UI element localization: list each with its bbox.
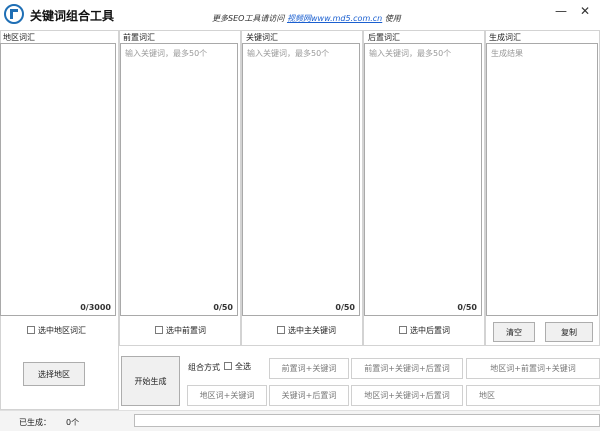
status-label: 已生成： — [19, 418, 51, 427]
checkbox-icon[interactable] — [399, 326, 407, 334]
prefix-label: 前置词汇 — [123, 33, 155, 42]
check-keyword-label: 选中主关键词 — [288, 325, 336, 335]
region-textarea[interactable]: 0/3000 — [0, 43, 116, 316]
check-suffix-label: 选中后置词 — [410, 325, 450, 335]
combo-option[interactable]: 前置词+关键词 — [269, 358, 349, 379]
select-all-check[interactable]: 全选 — [224, 361, 251, 371]
prefix-counter: 0/50 — [213, 303, 233, 312]
checkbox-icon[interactable] — [27, 326, 35, 334]
promo-text: 更多SEO工具请访问 视频网www.md5.com.cn 使用 — [212, 13, 401, 24]
copy-button[interactable]: 复制 — [545, 322, 593, 342]
keyword-label: 关键词汇 — [246, 33, 278, 42]
keyword-placeholder: 输入关键词，最多50个 — [247, 49, 330, 58]
checkbox-icon[interactable] — [224, 362, 232, 370]
checkbox-icon[interactable] — [155, 326, 163, 334]
suffix-textarea[interactable]: 输入关键词，最多50个 0/50 — [364, 43, 482, 316]
combo-label: 组合方式 — [188, 363, 220, 372]
start-button[interactable]: 开始生成 — [121, 356, 180, 406]
app-logo-icon — [4, 4, 24, 24]
suffix-counter: 0/50 — [457, 303, 477, 312]
status-count: 0个 — [66, 418, 80, 427]
result-textarea[interactable]: 生成结果 — [486, 43, 598, 316]
select-all-label: 全选 — [235, 361, 251, 371]
promo-prefix: 更多SEO工具请访问 — [212, 14, 285, 23]
result-label: 生成词汇 — [489, 33, 521, 42]
region-label: 地区词汇 — [3, 33, 35, 42]
app-title: 关键词组合工具 — [30, 9, 115, 23]
check-region[interactable]: 选中地区词汇 — [27, 325, 86, 335]
promo-link[interactable]: 视频网www.md5.com.cn — [287, 14, 382, 23]
keyword-counter: 0/50 — [335, 303, 355, 312]
check-prefix-label: 选中前置词 — [166, 325, 206, 335]
combo-option[interactable]: 地区词+前置词+关键词 — [466, 358, 600, 379]
prefix-placeholder: 输入关键词，最多50个 — [125, 49, 208, 58]
progress-bar — [134, 414, 600, 427]
suffix-label: 后置词汇 — [368, 33, 400, 42]
minimize-button[interactable]: — — [554, 4, 568, 18]
promo-suffix: 使用 — [384, 14, 401, 23]
region-counter: 0/3000 — [80, 303, 111, 312]
result-placeholder: 生成结果 — [491, 49, 523, 58]
check-keyword[interactable]: 选中主关键词 — [277, 325, 336, 335]
select-region-button[interactable]: 选择地区 — [23, 362, 85, 386]
suffix-placeholder: 输入关键词，最多50个 — [369, 49, 452, 58]
checkbox-icon[interactable] — [277, 326, 285, 334]
combo-option[interactable]: 前置词+关键词+后置词 — [351, 358, 463, 379]
combo-option[interactable]: 地区词+关键词 — [187, 385, 267, 406]
prefix-textarea[interactable]: 输入关键词，最多50个 0/50 — [120, 43, 238, 316]
keyword-textarea[interactable]: 输入关键词，最多50个 0/50 — [242, 43, 360, 316]
combo-option[interactable]: 关键词+后置词 — [269, 385, 349, 406]
check-suffix[interactable]: 选中后置词 — [399, 325, 450, 335]
combo-option[interactable]: 地区词+关键词+后置词 — [351, 385, 463, 406]
check-region-label: 选中地区词汇 — [38, 325, 86, 335]
close-icon[interactable]: ✕ — [578, 4, 592, 18]
check-prefix[interactable]: 选中前置词 — [155, 325, 206, 335]
clear-button[interactable]: 清空 — [493, 322, 535, 342]
combo-option[interactable]: 地区 — [466, 385, 600, 406]
